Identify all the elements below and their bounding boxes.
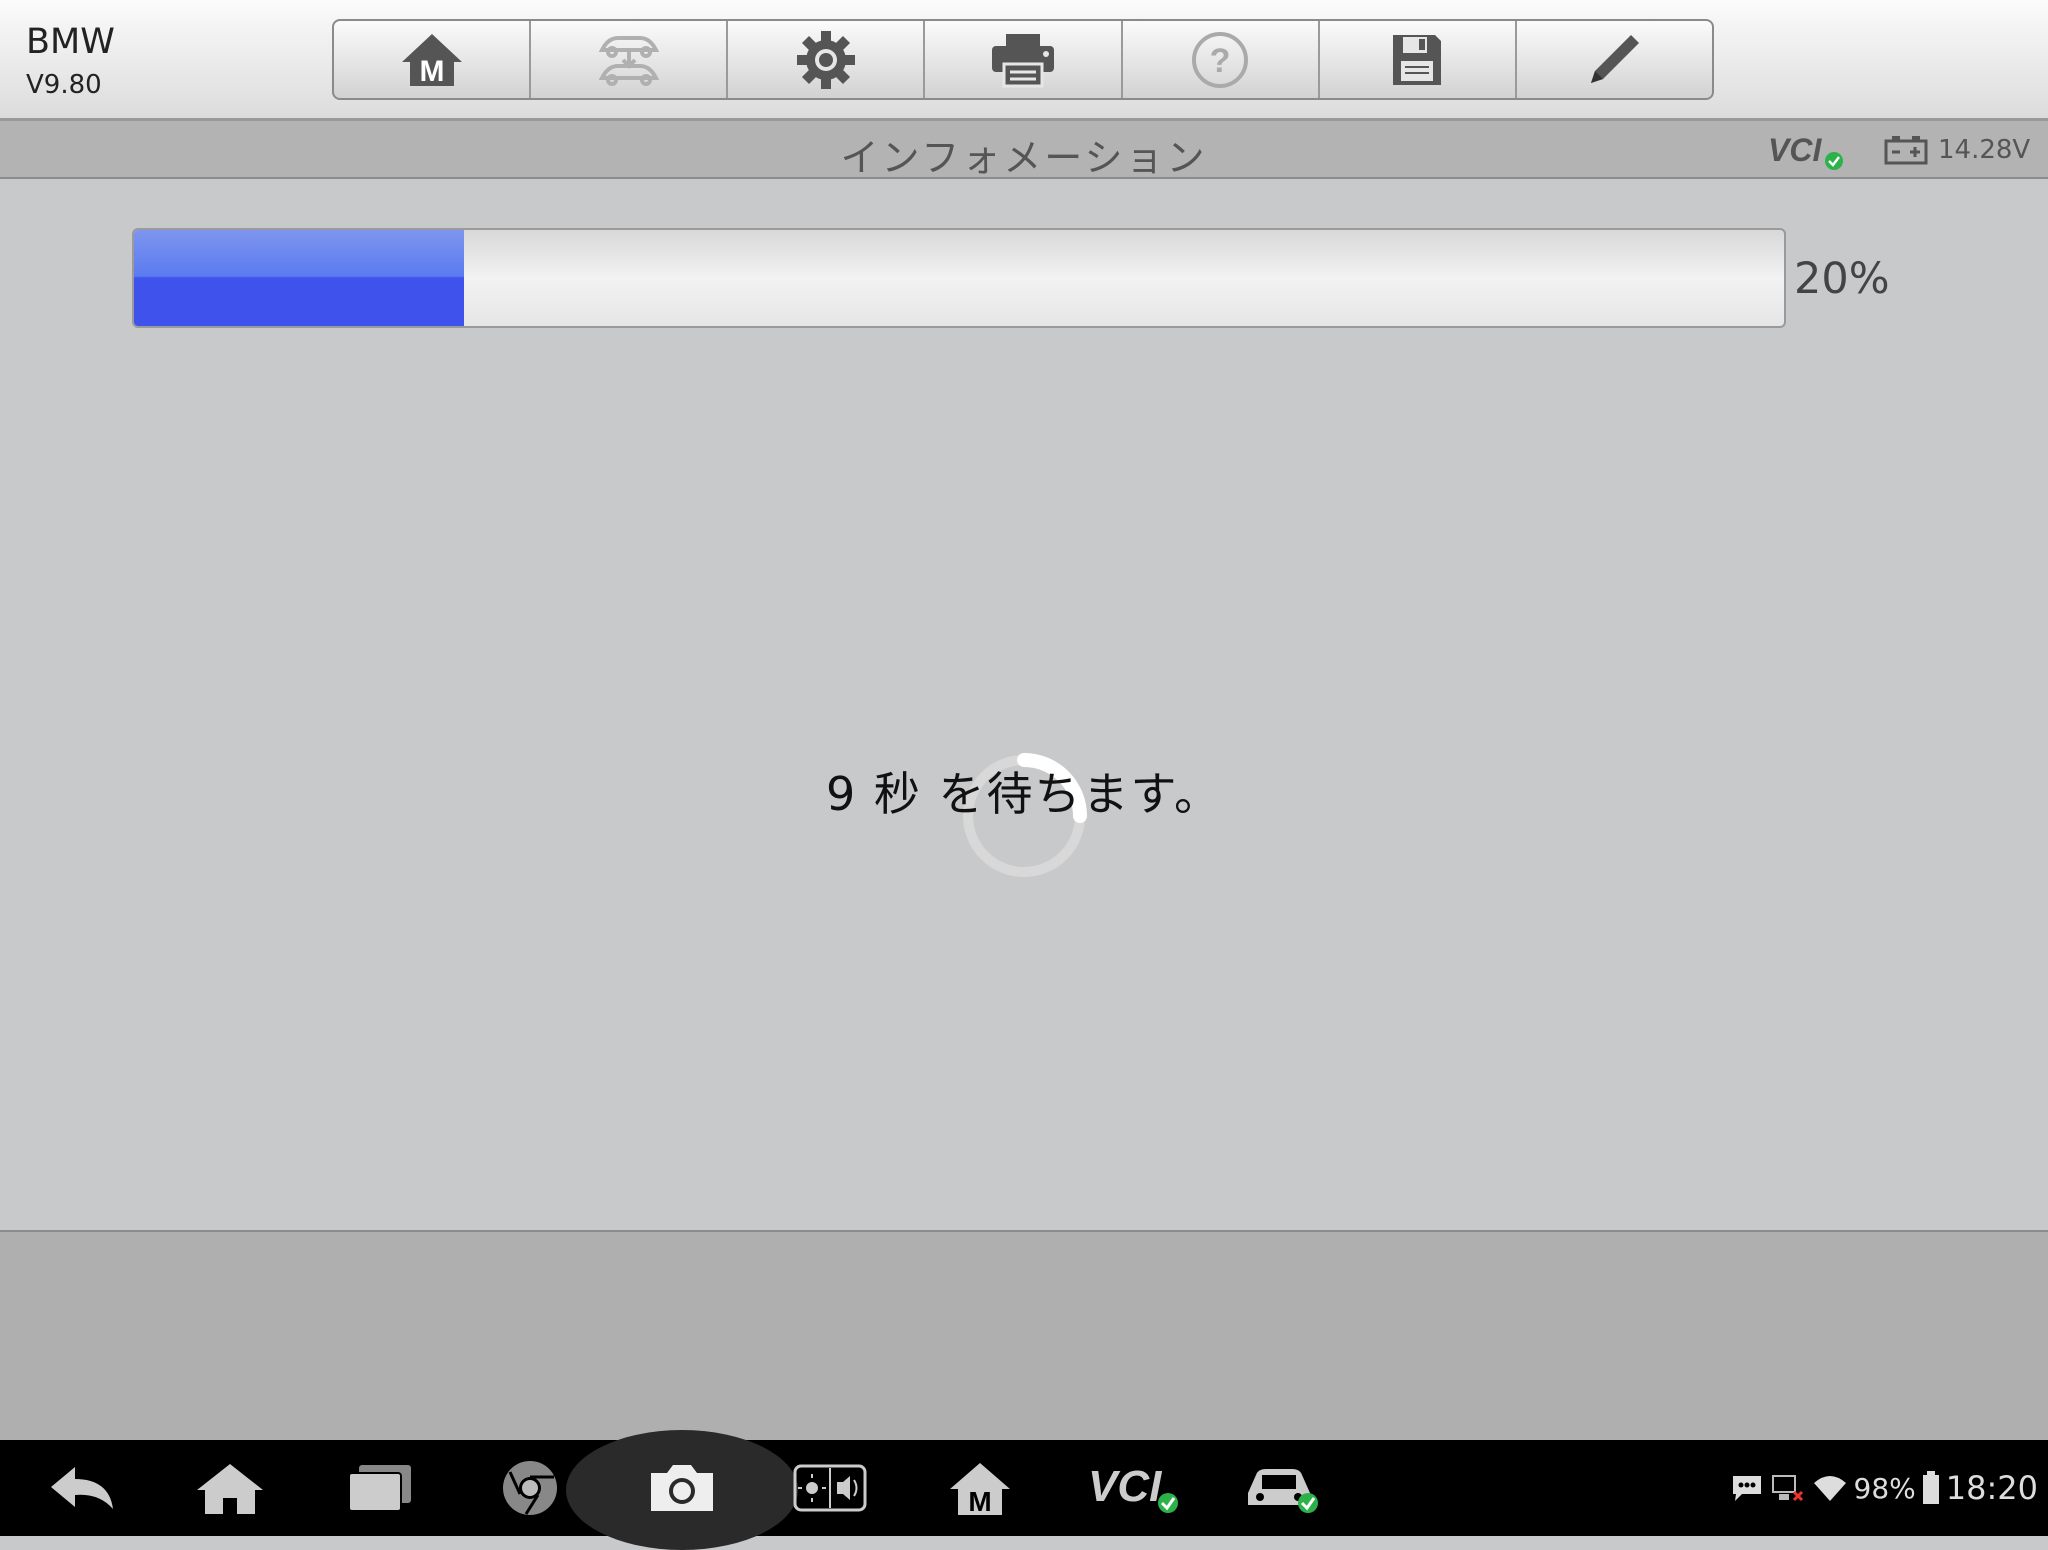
svg-text:?: ? [1210,42,1231,80]
svg-text:VCI: VCI [1768,132,1822,168]
edit-button[interactable] [1517,21,1712,98]
home-m-icon: M [950,1463,1010,1517]
vci-manager-button[interactable]: VCI [1086,1440,1182,1536]
app-name: BMW [26,22,115,62]
battery-icon [1922,1471,1939,1504]
svg-text:M: M [968,1486,991,1517]
home-m-button[interactable]: M [334,21,532,98]
wifi-icon [1813,1476,1846,1501]
settings-button[interactable] [728,21,926,98]
home-m-icon: M [401,33,462,88]
network-disconnected-icon [1771,1475,1803,1502]
vehicle-swap-button[interactable] [531,21,729,98]
bottom-panel [0,1230,2048,1442]
gear-icon [796,30,855,89]
system-navbar: M VCI 98% 18:20 [0,1430,2048,1550]
help-button[interactable]: ? [1123,21,1320,98]
status-area: 98% 18:20 [1730,1440,2038,1536]
brightness-volume-icon [793,1464,867,1512]
vci-connected-icon: VCI [1768,132,1843,170]
browser-button[interactable] [490,1440,570,1536]
app-version: V9.80 [26,70,102,100]
progress-bar [132,228,1786,328]
progress-percent: 20% [1794,254,1890,304]
vehicle-status-button[interactable] [1240,1440,1324,1536]
recent-apps-button[interactable] [340,1440,420,1536]
clock: 18:20 [1945,1469,2038,1507]
svg-text:M: M [419,55,444,88]
svg-text:VCI: VCI [1088,1462,1162,1511]
chat-notification-icon [1732,1476,1761,1501]
page-title: インフォメーション [840,136,1208,180]
toolbar: M ? [332,19,1714,100]
pencil-icon [1591,34,1640,83]
car-icon [1248,1469,1318,1513]
app-header: BMW V9.80 M ? [0,0,2048,121]
brightness-volume-button[interactable] [790,1440,870,1536]
vci-icon: VCI [1088,1462,1178,1513]
screenshot-button[interactable] [640,1440,724,1536]
save-button[interactable] [1320,21,1517,98]
maxisys-home-button[interactable]: M [940,1440,1020,1536]
printer-icon [991,33,1054,87]
back-button[interactable] [42,1440,122,1536]
title-bar: インフォメーション VCI 14.28V [0,121,2048,180]
floppy-disk-icon [1393,34,1442,85]
back-icon [51,1467,113,1509]
battery-percent: 98% [1853,1471,1916,1505]
battery-voltage: 14.28V [1938,135,2031,165]
camera-icon [651,1465,713,1511]
print-button[interactable] [925,21,1123,98]
chrome-icon [503,1461,557,1515]
home-icon [197,1464,263,1514]
home-button[interactable] [190,1440,270,1536]
vehicle-swap-icon [598,35,659,86]
recent-apps-icon [348,1465,411,1512]
progress-fill [134,230,464,326]
vci-status: VCI [1768,131,1848,175]
car-battery-icon [1884,135,1928,169]
help-icon: ? [1192,31,1249,88]
wait-message: 9 秒 を待ちます。 [826,767,1222,821]
